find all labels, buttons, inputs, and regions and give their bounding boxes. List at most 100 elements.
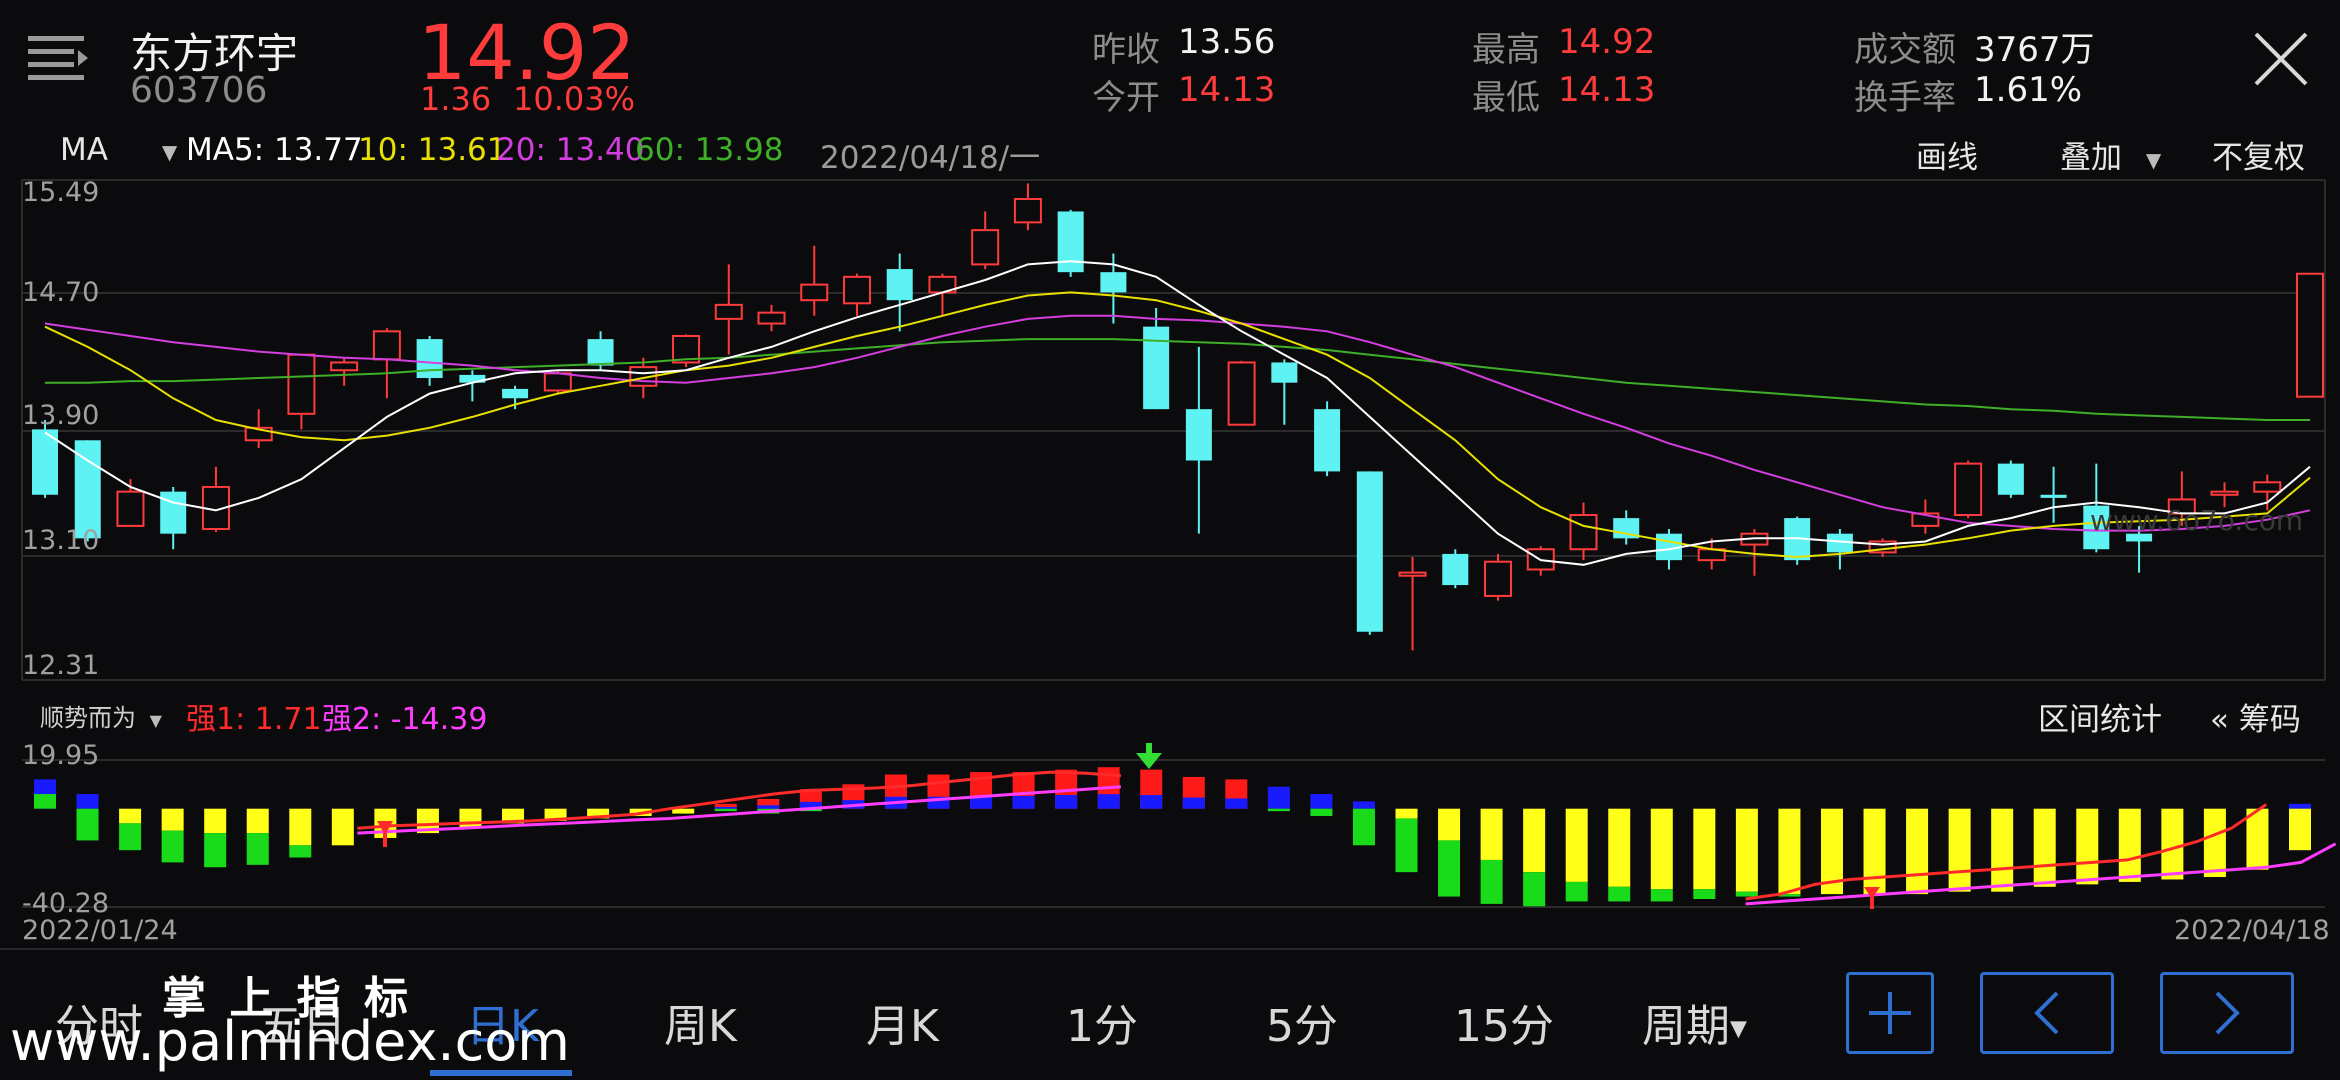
ma-selector-label: MA xyxy=(60,132,108,168)
indicator-bar xyxy=(119,808,142,824)
candle xyxy=(1057,209,1084,277)
candle xyxy=(1954,460,1983,519)
indicator-bar xyxy=(1480,808,1503,860)
indicator-bar xyxy=(2289,808,2311,851)
indicator-bar xyxy=(1565,881,1588,902)
overlay-url: www.palmindex.com xyxy=(10,1010,570,1073)
indicator-bar xyxy=(1012,795,1035,809)
candle xyxy=(160,486,187,550)
kline-chart[interactable] xyxy=(0,170,2340,690)
indicator-chart[interactable] xyxy=(0,735,2340,925)
strong1-value: 强1: 1.71 xyxy=(186,702,322,737)
indicator-bar xyxy=(714,806,737,809)
price-axis-label: 14.70 xyxy=(22,277,100,308)
candle xyxy=(971,211,1000,270)
ma10-value: 10: 13.61 xyxy=(358,132,507,168)
indicator-bar xyxy=(672,808,695,814)
indicator-bar xyxy=(1863,808,1886,895)
indicator-bar xyxy=(1395,808,1418,819)
range-stats-button[interactable]: 区间统计 xyxy=(2038,694,2162,739)
ma-selector[interactable]: MA ▼ xyxy=(60,132,177,168)
turnover-value: 1.61% xyxy=(1974,70,2083,110)
ma5-value: MA5: 13.77 xyxy=(186,132,363,168)
indicator-bar xyxy=(1778,808,1801,895)
candle xyxy=(886,253,913,332)
candle xyxy=(1013,183,1042,231)
amount-label: 成交额 xyxy=(1854,30,1956,70)
tab-1min[interactable]: 1分 xyxy=(1066,990,1138,1054)
chevron-down-icon: ▼ xyxy=(161,139,178,164)
candle xyxy=(714,264,743,355)
candle xyxy=(842,273,871,316)
indicator-bar xyxy=(1523,872,1546,907)
add-button[interactable] xyxy=(1846,972,1934,1054)
indicator-bar xyxy=(1352,801,1375,809)
ma20-value: 20: 13.40 xyxy=(496,132,645,168)
indicator-bar xyxy=(1438,808,1461,841)
indicator-bar xyxy=(1267,786,1290,809)
candle xyxy=(1227,360,1256,426)
indicator-bar xyxy=(1906,808,1929,895)
previous-button[interactable] xyxy=(1980,972,2114,1054)
high-label: 最高 xyxy=(1472,30,1540,70)
candle xyxy=(287,353,316,430)
tab-period[interactable]: 周期▼ xyxy=(1642,990,1747,1054)
price-change-pct: 10.03% xyxy=(513,80,636,118)
chips-button[interactable]: « 筹码 xyxy=(2210,694,2301,739)
sell-arrow-icon xyxy=(1136,743,1162,769)
open-label: 今开 xyxy=(1092,78,1160,118)
indicator-bar xyxy=(2203,808,2226,878)
tab-weekly-k[interactable]: 周K xyxy=(664,990,737,1054)
candle xyxy=(1613,510,1640,545)
candle xyxy=(1569,502,1598,561)
tab-5min[interactable]: 5分 xyxy=(1266,990,1338,1054)
menu-icon[interactable] xyxy=(26,30,90,86)
indicator-bar xyxy=(76,794,99,809)
indicator-bar xyxy=(1267,808,1290,812)
chevron-down-icon: ▼ xyxy=(2145,147,2162,172)
indicator-bar xyxy=(1310,794,1333,809)
indicator-bar xyxy=(714,808,737,812)
indicator-selector-label: 顺势而为 xyxy=(40,704,136,732)
candle xyxy=(1185,346,1212,534)
candle xyxy=(330,357,359,386)
strong2-value: 强2: -14.39 xyxy=(322,702,488,737)
indicator-bar xyxy=(2033,808,2056,887)
tab-monthly-k[interactable]: 月K xyxy=(866,990,939,1054)
indicator-bar xyxy=(1225,798,1248,809)
candle xyxy=(757,304,786,332)
candle xyxy=(502,385,529,410)
price-axis-label: 13.90 xyxy=(22,400,100,431)
indicator-bar xyxy=(459,808,482,829)
price-axis-label: 13.10 xyxy=(22,525,100,556)
close-icon[interactable] xyxy=(2252,30,2310,88)
indicator-bar xyxy=(1650,808,1673,890)
sub-axis-label: 19.95 xyxy=(22,740,100,771)
candle xyxy=(1826,529,1853,570)
candle xyxy=(672,334,701,368)
amount-value: 3767万 xyxy=(1974,30,2095,70)
candle xyxy=(2296,272,2324,398)
indicator-bar xyxy=(1395,818,1418,873)
next-button[interactable] xyxy=(2160,972,2294,1054)
indicator-bar xyxy=(1650,889,1673,902)
indicator-bar xyxy=(1693,808,1716,890)
indicator-bar xyxy=(1608,886,1631,902)
indicator-bar xyxy=(1438,840,1461,897)
tab-15min[interactable]: 15分 xyxy=(1454,990,1554,1054)
plus-icon xyxy=(1869,992,1911,1034)
indicator-selector[interactable]: 顺势而为 ▼ xyxy=(40,698,162,733)
indicator-bar xyxy=(1097,794,1120,809)
prev-close-value: 13.56 xyxy=(1178,22,1276,62)
indicator-bar xyxy=(34,794,56,809)
open-value: 14.13 xyxy=(1178,70,1276,110)
ma60-value: 60: 13.98 xyxy=(635,132,784,168)
chevron-left-icon xyxy=(2034,991,2059,1035)
candle xyxy=(1314,401,1341,477)
indicator-bar xyxy=(1948,808,1971,892)
prev-close-label: 昨收 xyxy=(1092,30,1160,70)
candle xyxy=(1356,471,1383,635)
indicator-bar xyxy=(1735,808,1758,892)
stock-code: 603706 xyxy=(130,70,268,111)
candle xyxy=(32,420,58,498)
